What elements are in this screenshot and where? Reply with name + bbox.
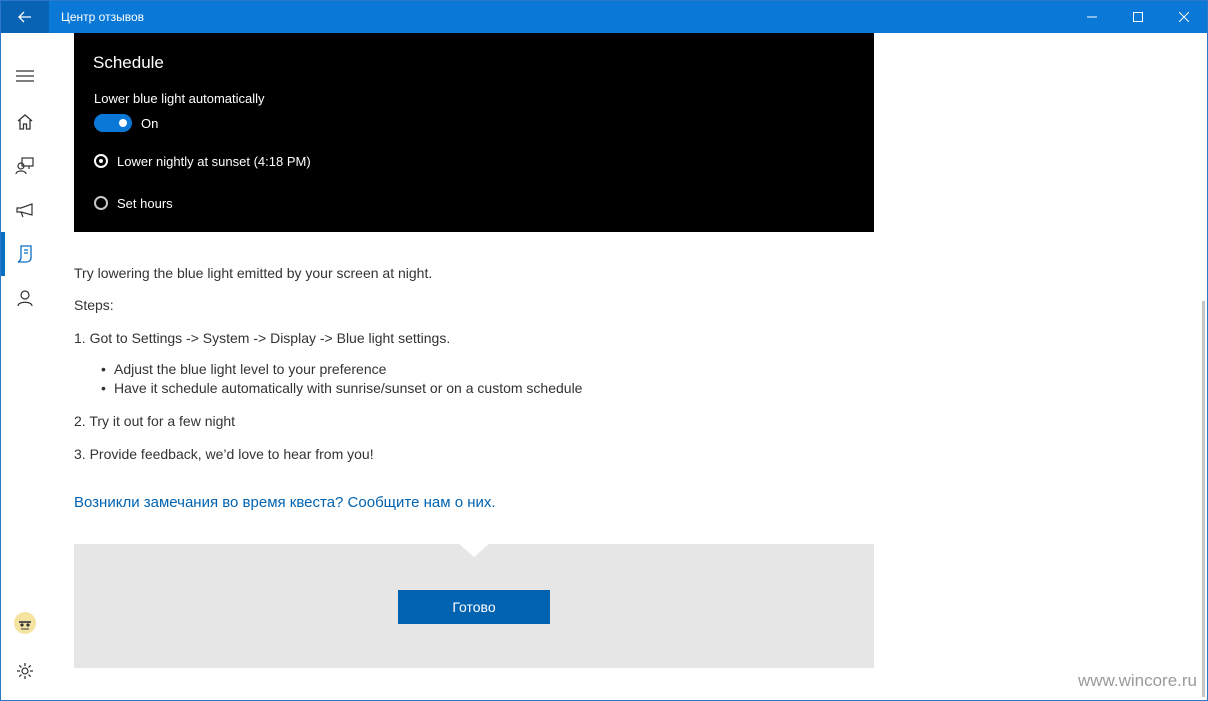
minimize-icon xyxy=(1087,16,1097,18)
person-icon xyxy=(17,290,33,307)
quest-intro: Try lowering the blue light emitted by y… xyxy=(74,265,433,281)
toggle-knob xyxy=(119,119,127,127)
feedback-link[interactable]: Возникли замечания во время квеста? Сооб… xyxy=(74,494,496,511)
step-2: 2. Try it out for a few night xyxy=(74,413,236,429)
settings-screenshot-image: Schedule Lower blue light automatically … xyxy=(74,33,874,232)
home-icon xyxy=(17,114,33,130)
settings-button[interactable] xyxy=(1,649,49,693)
back-arrow-icon xyxy=(18,11,31,23)
scrollbar[interactable] xyxy=(1202,301,1205,697)
completion-panel: Готово xyxy=(74,543,874,668)
sidebar-item-feedback[interactable] xyxy=(1,144,49,188)
radio-sunset xyxy=(94,154,108,168)
step-3: 3. Provide feedback, we’d love to hear f… xyxy=(74,446,374,462)
megaphone-icon xyxy=(16,203,33,218)
blue-light-toggle xyxy=(94,114,132,132)
quest-icon xyxy=(17,245,32,263)
radio-set-hours xyxy=(94,196,108,210)
radio-sunset-label: Lower nightly at sunset (4:18 PM) xyxy=(117,154,311,169)
close-icon xyxy=(1179,12,1189,22)
maximize-icon xyxy=(1133,12,1143,22)
sidebar-item-home[interactable] xyxy=(1,100,49,144)
close-button[interactable] xyxy=(1161,1,1207,33)
window-title: Центр отзывов xyxy=(61,10,145,24)
step-1: 1. Got to Settings -> System -> Display … xyxy=(74,330,451,346)
done-button[interactable]: Готово xyxy=(398,590,550,624)
toggle-label: Lower blue light automatically xyxy=(94,91,265,106)
back-button[interactable] xyxy=(1,1,49,33)
list-item: Have it schedule automatically with sunr… xyxy=(101,379,582,398)
sidebar-item-quests[interactable] xyxy=(1,232,49,276)
gear-icon xyxy=(17,663,33,679)
avatar-icon xyxy=(14,612,36,634)
avatar-button[interactable] xyxy=(1,601,49,645)
navigation-sidebar xyxy=(1,33,49,700)
schedule-heading: Schedule xyxy=(93,53,164,72)
maximize-button[interactable] xyxy=(1115,1,1161,33)
list-item: Adjust the blue light level to your pref… xyxy=(101,360,582,379)
hamburger-menu-button[interactable] xyxy=(1,54,49,98)
panel-notch xyxy=(458,543,490,557)
toggle-state-label: On xyxy=(141,116,159,131)
sidebar-item-profile[interactable] xyxy=(1,276,49,320)
title-bar: Центр отзывов xyxy=(1,1,1207,33)
radio-set-hours-label: Set hours xyxy=(117,196,173,211)
watermark: www.wincore.ru xyxy=(1077,671,1197,690)
feedback-icon xyxy=(15,157,34,175)
minimize-button[interactable] xyxy=(1069,1,1115,33)
step-1-bullets: Adjust the blue light level to your pref… xyxy=(74,360,582,398)
quest-content: Schedule Lower blue light automatically … xyxy=(49,33,1207,700)
app-window: Центр отзывов Schedule Lower blue light … xyxy=(0,0,1208,701)
steps-heading: Steps: xyxy=(74,297,114,313)
sidebar-item-announcements[interactable] xyxy=(1,188,49,232)
hamburger-icon xyxy=(16,70,34,82)
